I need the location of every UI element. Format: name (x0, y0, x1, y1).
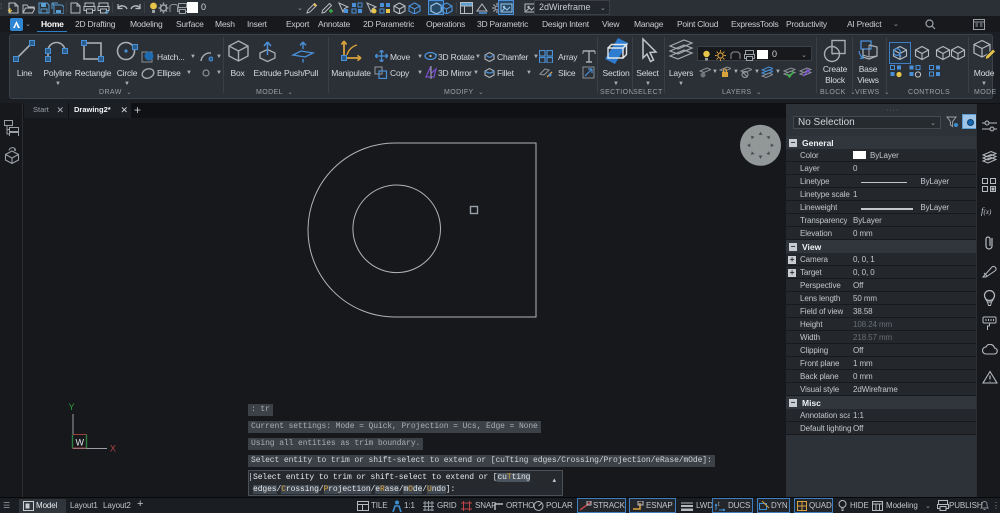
svg-text:X: X (110, 444, 116, 454)
svg-text:W: W (76, 438, 85, 448)
svg-text:Y: Y (69, 402, 75, 412)
svg-text:t: t (718, 502, 720, 508)
